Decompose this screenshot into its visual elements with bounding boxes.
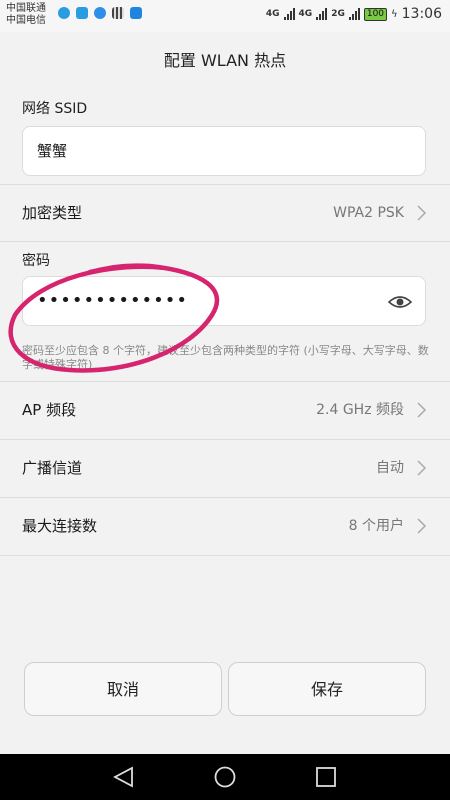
- ssid-input[interactable]: 蟹蟹: [22, 126, 426, 176]
- network-type-3: 2G: [331, 9, 345, 19]
- channel-row[interactable]: 广播信道 自动: [0, 440, 450, 496]
- password-value: •••••••••••••: [37, 290, 189, 311]
- encryption-label: 加密类型: [22, 204, 83, 222]
- qr-code-icon: [112, 7, 124, 19]
- clock: 13:06: [401, 6, 442, 22]
- recent-apps-icon[interactable]: [314, 766, 338, 788]
- ap-band-value: 2.4 GHz 频段: [316, 402, 404, 418]
- chevron-right-icon: [417, 518, 427, 534]
- ap-band-row[interactable]: AP 频段 2.4 GHz 频段: [0, 382, 450, 438]
- max-connections-row[interactable]: 最大连接数 8 个用户: [0, 498, 450, 554]
- charging-icon: ϟ: [391, 9, 398, 20]
- signal-icon-3: [348, 8, 360, 20]
- carrier-info: 中国联通 中国电信: [6, 3, 46, 27]
- ap-band-label: AP 频段: [22, 401, 77, 419]
- password-label: 密码: [22, 253, 50, 269]
- encryption-value: WPA2 PSK: [333, 205, 404, 221]
- signal-icon-2: [316, 8, 328, 20]
- image-icon: [130, 7, 142, 19]
- status-bar: 中国联通 中国电信 4G 4G 2G 100 ϟ 13:06: [0, 0, 450, 32]
- home-icon[interactable]: [213, 766, 237, 788]
- status-right: 4G 4G 2G 100 ϟ 13:06: [266, 6, 442, 22]
- network-type-2: 4G: [298, 9, 313, 19]
- back-icon[interactable]: [112, 766, 136, 788]
- cancel-button[interactable]: 取消: [24, 662, 222, 716]
- eye-icon[interactable]: [387, 291, 413, 313]
- ssid-label: 网络 SSID: [22, 101, 88, 117]
- encryption-row[interactable]: 加密类型 WPA2 PSK: [0, 185, 450, 241]
- chevron-right-icon: [417, 402, 427, 418]
- save-button[interactable]: 保存: [228, 662, 426, 716]
- carrier-2: 中国电信: [6, 15, 46, 26]
- max-connections-label: 最大连接数: [22, 517, 98, 535]
- divider: [0, 555, 450, 556]
- carrier-1: 中国联通: [6, 3, 46, 14]
- chat-icon: [94, 7, 106, 19]
- app-icon: [76, 7, 88, 19]
- chevron-right-icon: [417, 460, 427, 476]
- divider: [0, 241, 450, 242]
- max-connections-value: 8 个用户: [348, 518, 404, 534]
- browser-icon: [58, 7, 70, 19]
- signal-icon: [283, 8, 295, 20]
- password-hint: 密码至少应包含 8 个字符，建议至少包含两种类型的字符 (小写字母、大写字母、数…: [22, 344, 429, 371]
- notification-icons: [58, 7, 142, 19]
- channel-value: 自动: [376, 460, 404, 476]
- battery-icon: 100: [363, 7, 388, 21]
- page-title: 配置 WLAN 热点: [163, 51, 287, 70]
- password-input[interactable]: •••••••••••••: [22, 276, 426, 326]
- channel-label: 广播信道: [22, 459, 83, 477]
- chevron-right-icon: [417, 205, 427, 221]
- network-type-1: 4G: [265, 9, 280, 19]
- navigation-bar: [0, 754, 450, 800]
